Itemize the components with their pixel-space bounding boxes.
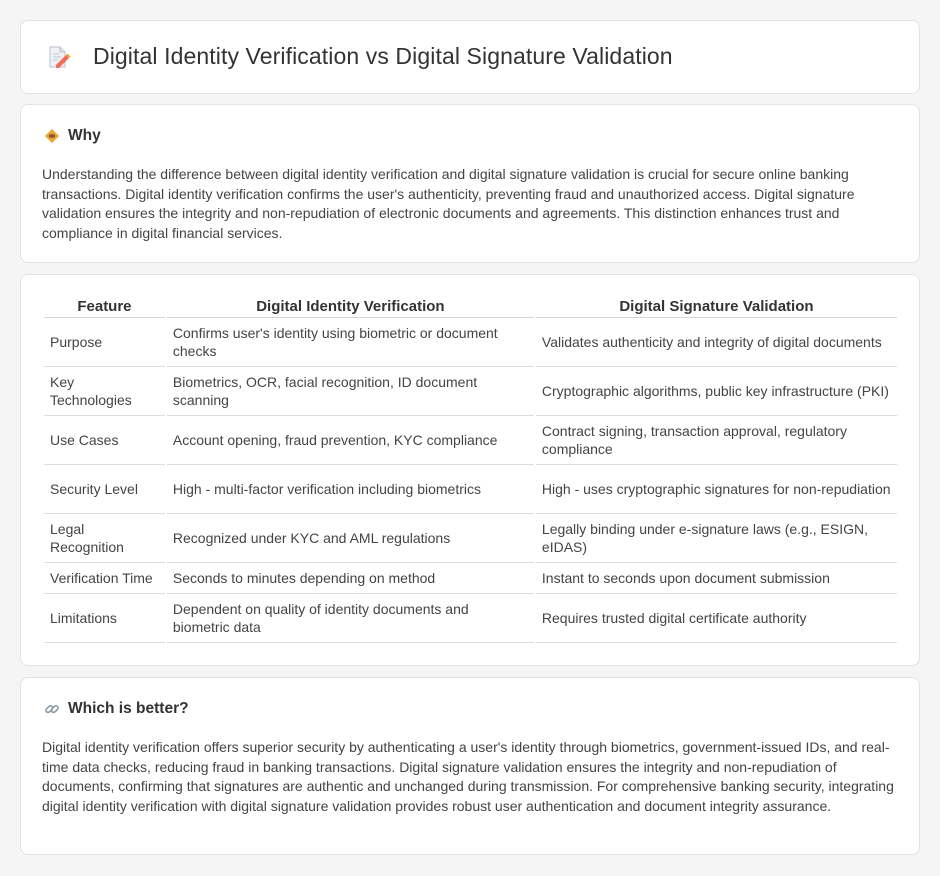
document-pen-icon	[49, 46, 71, 68]
table-row: Limitations Dependent on quality of iden…	[44, 594, 897, 643]
link-icon	[45, 705, 59, 714]
identity-cell: Seconds to minutes depending on method	[166, 563, 534, 594]
why-text: Understanding the difference between dig…	[42, 166, 855, 241]
table-row: Key Technologies Biometrics, OCR, facial…	[44, 367, 897, 416]
signature-cell: Requires trusted digital certificate aut…	[535, 594, 897, 643]
signature-cell: Legally binding under e-signature laws (…	[535, 514, 897, 563]
table-row: Use Cases Account opening, fraud prevent…	[44, 416, 897, 465]
title-card: Digital Identity Verification vs Digital…	[20, 20, 920, 94]
feature-cell: Legal Recognition	[44, 514, 165, 563]
feature-cell: Security Level	[44, 465, 165, 514]
why-card: Why Understanding the difference between…	[20, 104, 920, 263]
identity-cell: Dependent on quality of identity documen…	[166, 594, 534, 643]
comparison-table: Feature Digital Identity Verification Di…	[42, 296, 899, 643]
identity-cell: Recognized under KYC and AML regulations	[166, 514, 534, 563]
header-feature: Feature	[44, 296, 165, 318]
page-title: Digital Identity Verification vs Digital…	[93, 43, 673, 69]
why-title: Why	[68, 127, 101, 144]
identity-cell: Account opening, fraud prevention, KYC c…	[166, 416, 534, 465]
signature-cell: Cryptographic algorithms, public key inf…	[535, 367, 897, 416]
feature-cell: Limitations	[44, 594, 165, 643]
why-heading: Why	[44, 127, 101, 145]
identity-cell: Biometrics, OCR, facial recognition, ID …	[166, 367, 534, 416]
identity-cell: Confirms user's identity using biometric…	[166, 318, 534, 367]
table-row: Verification Time Seconds to minutes dep…	[44, 563, 897, 594]
comparison-card: Feature Digital Identity Verification Di…	[20, 274, 920, 666]
header-signature-validation: Digital Signature Validation	[535, 296, 897, 318]
table-row: Security Level High - multi-factor verif…	[44, 465, 897, 514]
diamond-sign-icon	[44, 128, 60, 144]
signature-cell: Instant to seconds upon document submiss…	[535, 563, 897, 594]
table-row: Purpose Confirms user's identity using b…	[44, 318, 897, 367]
feature-cell: Purpose	[44, 318, 165, 367]
signature-cell: Validates authenticity and integrity of …	[535, 318, 897, 367]
better-card: Which is better? Digital identity verifi…	[20, 677, 920, 855]
better-title: Which is better?	[68, 700, 189, 717]
header-identity-verification: Digital Identity Verification	[166, 296, 534, 318]
table-header-row: Feature Digital Identity Verification Di…	[44, 296, 897, 318]
signature-cell: Contract signing, transaction approval, …	[535, 416, 897, 465]
signature-cell: High - uses cryptographic signatures for…	[535, 465, 897, 514]
feature-cell: Key Technologies	[44, 367, 165, 416]
feature-cell: Verification Time	[44, 563, 165, 594]
table-row: Legal Recognition Recognized under KYC a…	[44, 514, 897, 563]
identity-cell: High - multi-factor verification includi…	[166, 465, 534, 514]
title-row: Digital Identity Verification vs Digital…	[45, 43, 673, 70]
feature-cell: Use Cases	[44, 416, 165, 465]
better-heading: Which is better?	[44, 700, 189, 718]
better-text: Digital identity verification offers sup…	[42, 739, 894, 814]
